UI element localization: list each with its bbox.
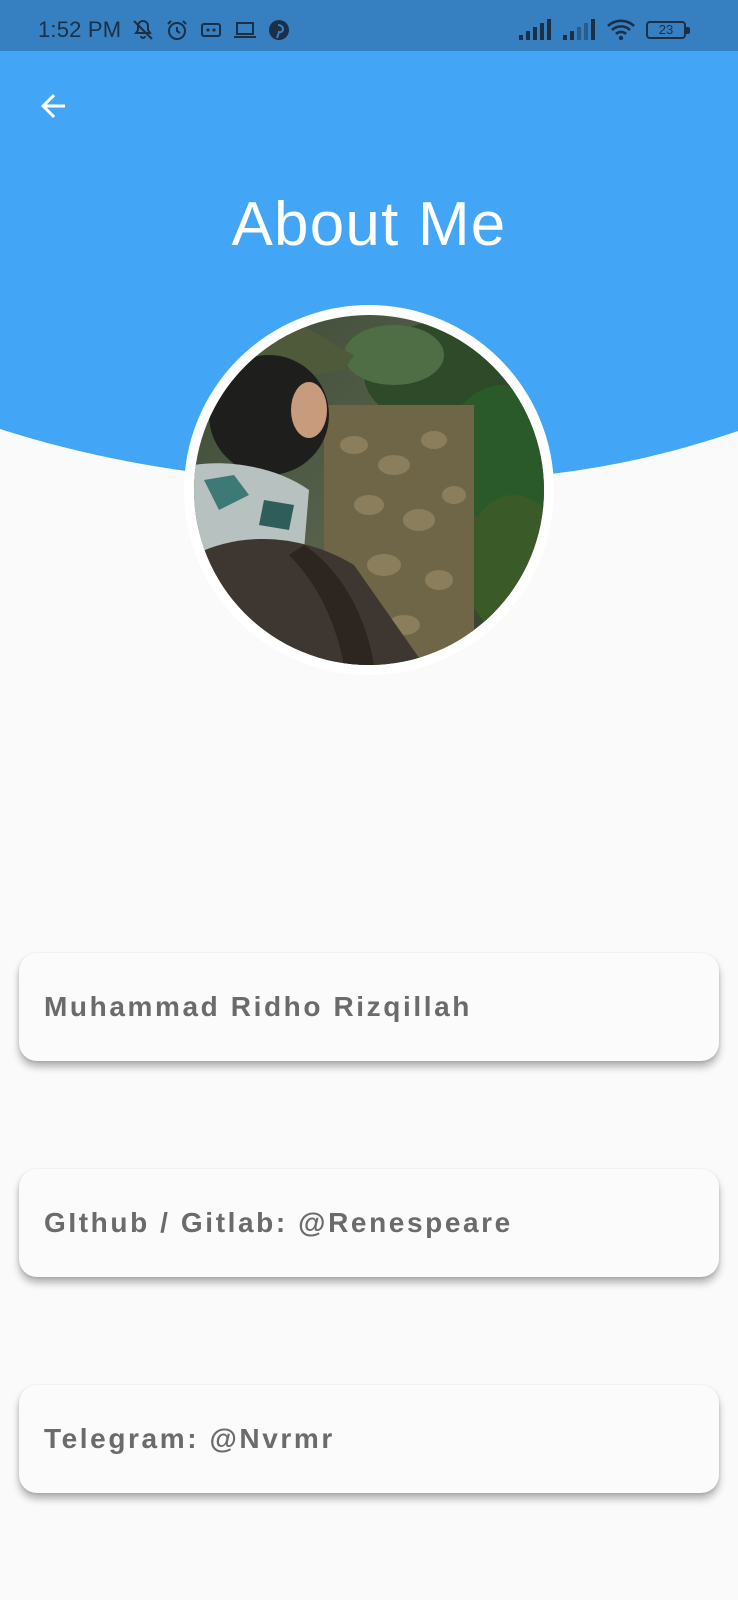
status-bar: 1:52 PM 23 bbox=[0, 0, 738, 51]
wifi-icon bbox=[606, 18, 636, 42]
laptop-icon bbox=[232, 18, 258, 42]
name-text: Muhammad Ridho Rizqillah bbox=[44, 991, 472, 1022]
telegram-text: Telegram: @Nvrmr bbox=[44, 1423, 335, 1454]
battery-level: 23 bbox=[658, 22, 674, 37]
git-card: GIthub / Gitlab: @Renespeare bbox=[19, 1169, 719, 1277]
profile-photo bbox=[194, 315, 544, 665]
alarm-icon bbox=[164, 18, 190, 42]
name-card: Muhammad Ridho Rizqillah bbox=[19, 953, 719, 1061]
avatar bbox=[184, 305, 554, 675]
pinterest-icon bbox=[266, 18, 292, 42]
cast-icon bbox=[198, 18, 224, 42]
telegram-card: Telegram: @Nvrmr bbox=[19, 1385, 719, 1493]
git-text: GIthub / Gitlab: @Renespeare bbox=[44, 1207, 513, 1238]
signal-secondary-icon bbox=[562, 18, 596, 42]
notifications-off-icon bbox=[130, 18, 156, 42]
battery-icon: 23 bbox=[646, 19, 692, 41]
status-time: 1:52 PM bbox=[38, 17, 122, 42]
status-icons-left bbox=[130, 18, 292, 42]
back-button[interactable] bbox=[28, 81, 78, 131]
status-icons-right: 23 bbox=[518, 18, 692, 42]
arrow-left-icon bbox=[41, 94, 65, 118]
page-title: About Me bbox=[231, 190, 507, 259]
signal-icon bbox=[518, 18, 552, 42]
